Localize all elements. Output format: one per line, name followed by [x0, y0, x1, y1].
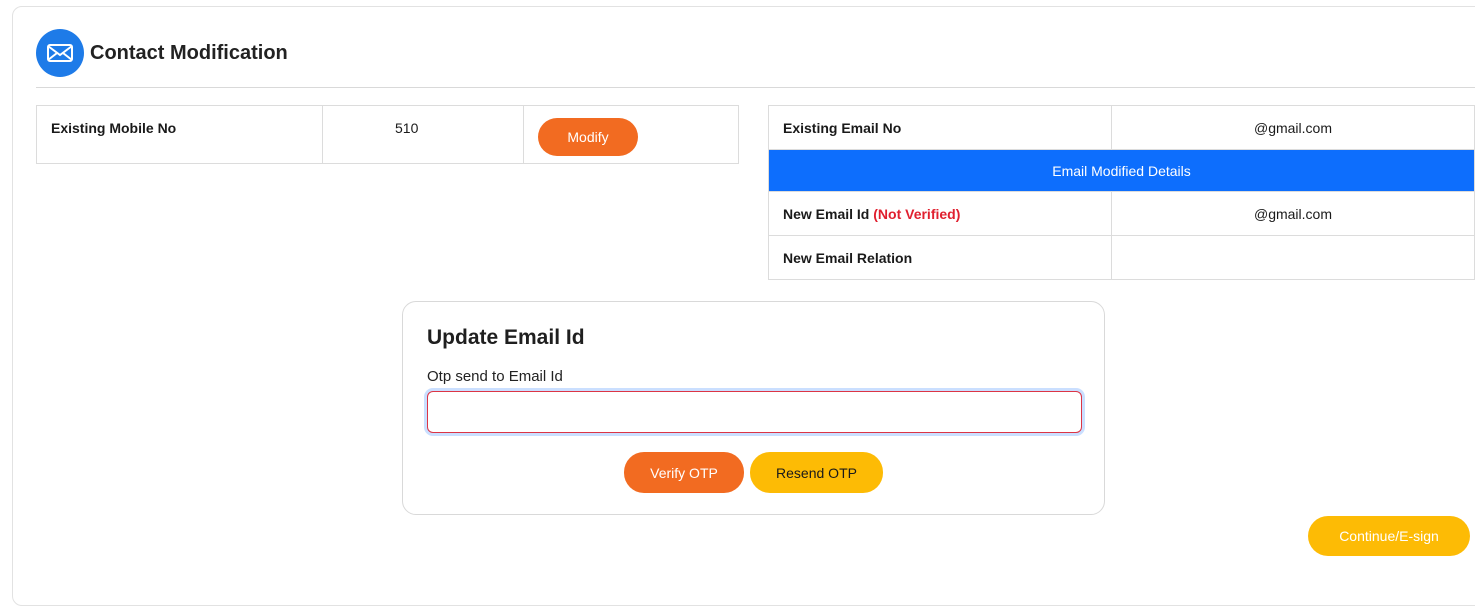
not-verified-badge: (Not Verified): [873, 205, 961, 222]
email-table: Existing Email No @gmail.com Email Modif…: [768, 105, 1475, 280]
existing-email-value: @gmail.com: [1111, 105, 1475, 150]
update-email-card: Update Email Id Otp send to Email Id Ver…: [402, 301, 1105, 515]
modify-button[interactable]: Modify: [538, 118, 638, 156]
new-email-label-cell: New Email Id (Not Verified): [768, 191, 1112, 236]
new-email-relation-value: [1111, 235, 1475, 280]
table-row: Email Modified Details: [768, 149, 1475, 192]
table-row: New Email Relation: [768, 235, 1475, 280]
existing-email-label: Existing Email No: [768, 105, 1112, 150]
otp-field-label: Otp send to Email Id: [427, 368, 563, 385]
table-row: New Email Id (Not Verified) @gmail.com: [768, 191, 1475, 236]
new-email-relation-label: New Email Relation: [768, 235, 1112, 280]
mobile-table: Existing Mobile No 510 Modify: [36, 105, 739, 164]
update-email-title: Update Email Id: [427, 326, 585, 349]
new-email-value: @gmail.com: [1111, 191, 1475, 236]
email-modified-banner: Email Modified Details: [768, 149, 1475, 192]
modify-cell: Modify: [523, 105, 739, 164]
continue-esign-button[interactable]: Continue/E-sign: [1308, 516, 1470, 556]
new-email-label: New Email Id: [783, 205, 870, 222]
header-divider: [36, 87, 1475, 88]
table-row: Existing Email No @gmail.com: [768, 105, 1475, 150]
page-title: Contact Modification: [90, 41, 288, 64]
envelope-icon: [36, 29, 84, 77]
otp-input[interactable]: [427, 391, 1082, 433]
existing-mobile-value: 510: [322, 105, 524, 164]
table-row: Existing Mobile No 510 Modify: [36, 105, 739, 164]
verify-otp-button[interactable]: Verify OTP: [624, 452, 744, 493]
resend-otp-button[interactable]: Resend OTP: [750, 452, 883, 493]
otp-actions: Verify OTP Resend OTP: [624, 452, 883, 493]
existing-mobile-label: Existing Mobile No: [36, 105, 323, 164]
page-header: Contact Modification: [36, 29, 288, 77]
